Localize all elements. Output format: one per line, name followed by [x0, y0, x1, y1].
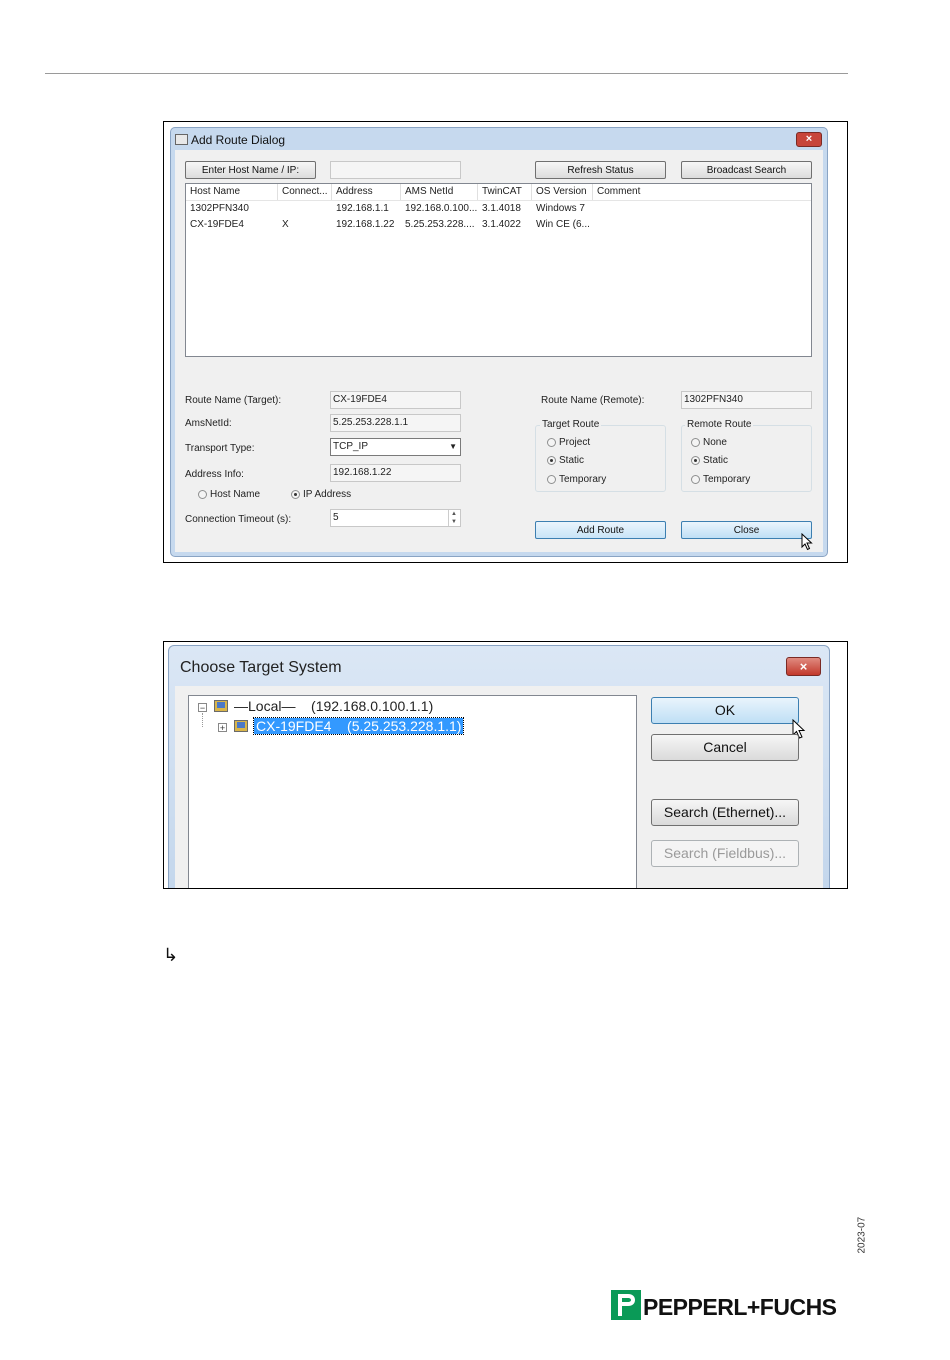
- column-header[interactable]: Comment: [593, 184, 811, 200]
- transport-type-label: Transport Type:: [185, 443, 255, 454]
- add-route-button[interactable]: Add Route: [535, 521, 666, 539]
- close-icon[interactable]: ×: [796, 132, 822, 147]
- remote-route-none-radio[interactable]: [691, 438, 700, 447]
- collapse-icon[interactable]: −: [198, 703, 207, 713]
- computer-icon: [214, 700, 228, 712]
- route-name-remote-label: Route Name (Remote):: [541, 395, 645, 406]
- cx-address: (5.25.253.228.1.1): [347, 718, 462, 734]
- column-header[interactable]: TwinCAT: [478, 184, 532, 200]
- mouse-cursor-icon: [801, 533, 813, 551]
- window-icon: [175, 134, 188, 145]
- search-fieldbus-button[interactable]: Search (Fieldbus)...: [651, 840, 799, 867]
- local-label: —Local—: [234, 698, 296, 714]
- date-code: 2023-07: [856, 1216, 868, 1254]
- target-route-title: Target Route: [540, 419, 602, 430]
- target-route-option: Project: [559, 437, 591, 448]
- choose-target-window: Choose Target System × − —Local— (192.16…: [168, 645, 830, 888]
- column-header[interactable]: Connect...: [278, 184, 332, 200]
- target-route-static-radio[interactable]: [547, 456, 556, 465]
- refresh-status-button[interactable]: Refresh Status: [535, 161, 666, 179]
- tree-item-cx[interactable]: CX-19FDE4 (5.25.253.228.1.1): [252, 717, 465, 735]
- route-name-remote-field[interactable]: 1302PFN340: [681, 391, 812, 409]
- route-list[interactable]: Host Name Connect... Address AMS NetId T…: [185, 183, 812, 357]
- chevron-down-icon: ▼: [449, 442, 457, 451]
- host-input[interactable]: [330, 161, 461, 179]
- cell-twincat: 3.1.4022: [482, 219, 521, 230]
- remote-route-temporary-radio[interactable]: [691, 475, 700, 484]
- cell-connected: X: [282, 219, 289, 230]
- logo-text: PEPPERL+FUCHS: [643, 1294, 837, 1320]
- spin-arrows-icon[interactable]: ▲ ▼: [448, 510, 459, 526]
- local-address: (192.168.0.100.1.1): [311, 698, 434, 714]
- logo-mark-glyph: [611, 1290, 641, 1320]
- window-title: Add Route Dialog: [191, 133, 286, 147]
- dialog-client: Enter Host Name / IP: Refresh Status Bro…: [175, 150, 823, 552]
- cell-host-name: CX-19FDE4: [190, 219, 244, 230]
- host-name-radio[interactable]: [198, 490, 207, 499]
- tree-connector: [202, 713, 204, 727]
- close-button[interactable]: Close: [681, 521, 812, 539]
- target-route-project-radio[interactable]: [547, 438, 556, 447]
- expand-icon[interactable]: +: [218, 723, 227, 733]
- cx-label: CX-19FDE4: [256, 718, 332, 734]
- cell-os-version: Windows 7: [536, 203, 585, 214]
- target-route-option: Temporary: [559, 474, 607, 485]
- transport-type-value: TCP_IP: [333, 441, 369, 452]
- remote-route-static-radio[interactable]: [691, 456, 700, 465]
- transport-type-select[interactable]: TCP_IP ▼: [330, 438, 461, 456]
- ok-button[interactable]: OK: [651, 697, 799, 724]
- title-bar: Add Route Dialog ×: [171, 128, 827, 150]
- broadcast-search-button[interactable]: Broadcast Search: [681, 161, 812, 179]
- connection-timeout-label: Connection Timeout (s):: [185, 514, 292, 525]
- connection-timeout-stepper[interactable]: 5 ▲ ▼: [330, 509, 461, 527]
- cell-os-version: Win CE (6...: [536, 219, 590, 230]
- target-route-temporary-radio[interactable]: [547, 475, 556, 484]
- ip-address-label: IP Address: [303, 489, 352, 500]
- remote-route-title: Remote Route: [685, 419, 754, 430]
- cell-address: 192.168.1.1: [336, 203, 389, 214]
- remote-route-option: None: [703, 437, 727, 448]
- host-name-label: Host Name: [210, 489, 261, 500]
- cell-ams-netid: 192.168.0.100...: [405, 203, 478, 214]
- enter-host-button[interactable]: Enter Host Name / IP:: [185, 161, 316, 179]
- search-ethernet-button[interactable]: Search (Ethernet)...: [651, 799, 799, 826]
- address-info-label: Address Info:: [185, 469, 244, 480]
- cancel-button[interactable]: Cancel: [651, 734, 799, 761]
- cell-address: 192.168.1.22: [336, 219, 395, 230]
- choose-target-screenshot: Choose Target System × − —Local— (192.16…: [163, 641, 848, 889]
- column-header[interactable]: Address: [332, 184, 401, 200]
- address-info-field[interactable]: 192.168.1.22: [330, 464, 461, 482]
- target-route-option: Static: [559, 455, 585, 466]
- route-name-target-label: Route Name (Target):: [185, 395, 282, 406]
- column-header[interactable]: AMS NetId: [401, 184, 478, 200]
- route-name-target-field[interactable]: CX-19FDE4: [330, 391, 461, 409]
- remote-route-option: Temporary: [703, 474, 751, 485]
- cell-twincat: 3.1.4018: [482, 203, 521, 214]
- connection-timeout-value: 5: [333, 512, 339, 523]
- header-divider: [186, 200, 811, 201]
- computer-icon: [234, 720, 248, 732]
- cell-host-name: 1302PFN340: [190, 203, 249, 214]
- cell-ams-netid: 5.25.253.228....: [405, 219, 475, 230]
- add-route-screenshot: Add Route Dialog × Enter Host Name / IP:…: [163, 121, 848, 563]
- column-header[interactable]: OS Version: [532, 184, 593, 200]
- ams-netid-label: AmsNetId:: [185, 418, 232, 429]
- table-row[interactable]: CX-19FDE4 X 192.168.1.22 5.25.253.228...…: [186, 218, 811, 232]
- table-row[interactable]: 1302PFN340 192.168.1.1 192.168.0.100... …: [186, 202, 811, 216]
- add-route-window: Add Route Dialog × Enter Host Name / IP:…: [170, 127, 828, 557]
- remote-route-option: Static: [703, 455, 729, 466]
- target-tree[interactable]: − —Local— (192.168.0.100.1.1) + CX-19FDE…: [188, 695, 637, 888]
- tree-item-local[interactable]: —Local— (192.168.0.100.1.1): [234, 698, 433, 714]
- result-arrow-icon: ↳: [163, 945, 179, 965]
- dialog-client: − —Local— (192.168.0.100.1.1) + CX-19FDE…: [175, 686, 823, 888]
- pepperl-fuchs-logo-icon: [611, 1290, 641, 1320]
- close-icon[interactable]: ×: [786, 657, 821, 676]
- header-rule: [45, 73, 848, 74]
- ip-address-radio[interactable]: [291, 490, 300, 499]
- ams-netid-field[interactable]: 5.25.253.228.1.1: [330, 414, 461, 432]
- window-title: Choose Target System: [180, 659, 342, 676]
- column-header[interactable]: Host Name: [186, 184, 278, 200]
